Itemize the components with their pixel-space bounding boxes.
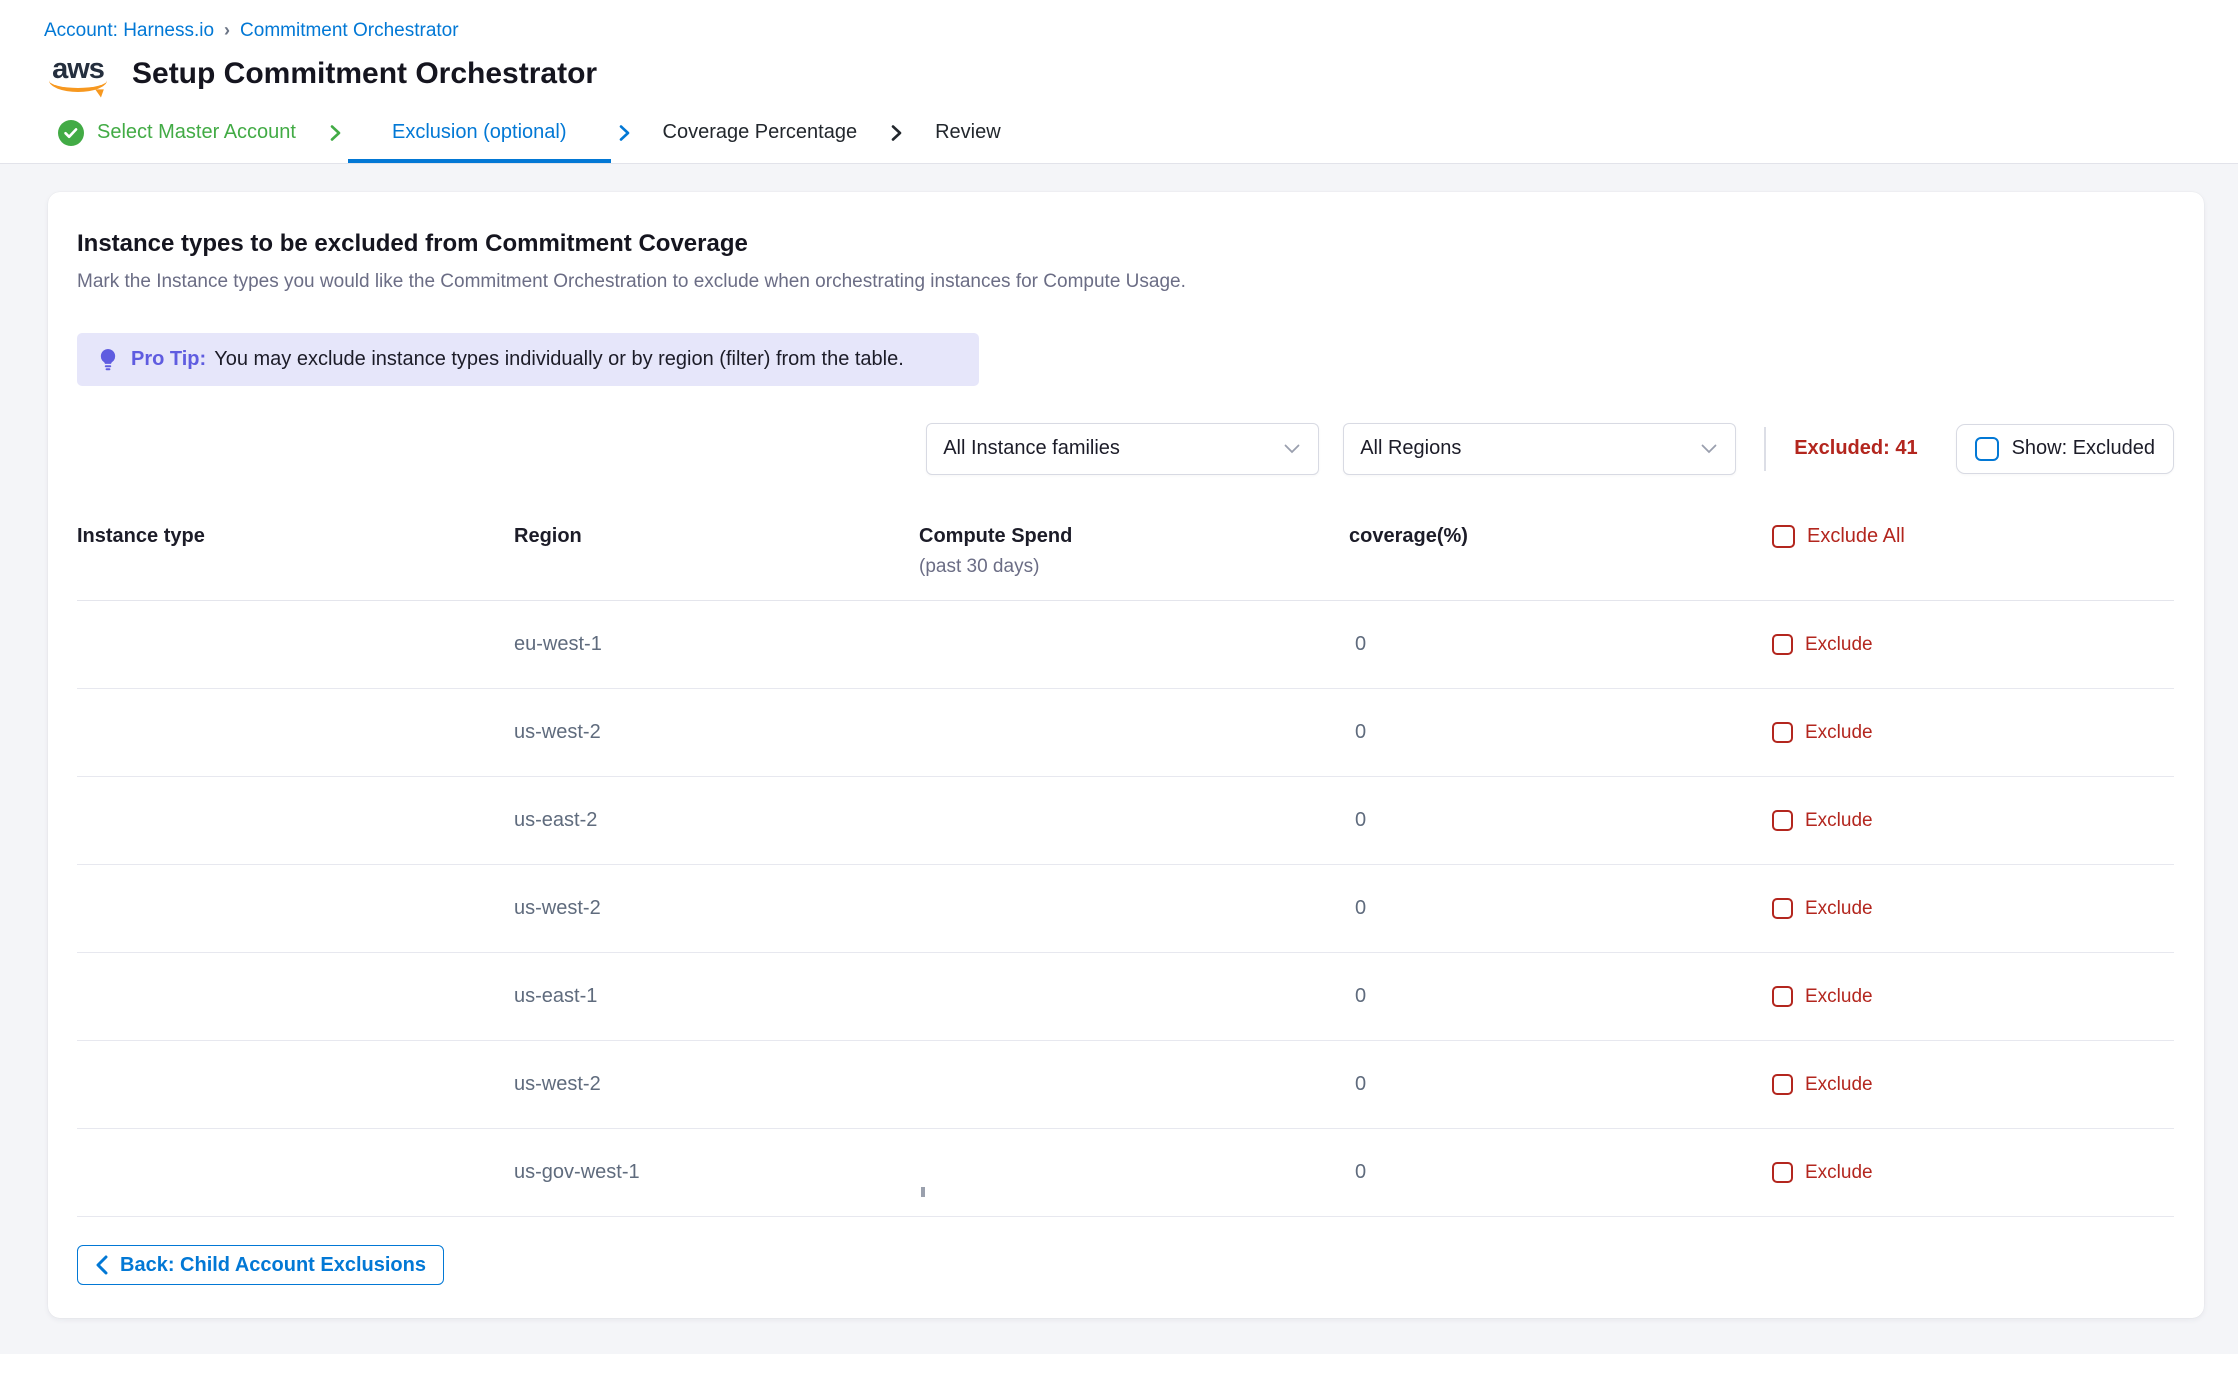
coverage-cell: 0: [1349, 1161, 1772, 1184]
exclude-control: Exclude: [1772, 722, 2174, 744]
table-row: us-west-2 0 Exclude: [77, 1041, 2174, 1129]
col-header-compute-spend-sub: (past 30 days): [919, 556, 1349, 578]
exclude-control: Exclude: [1772, 986, 2174, 1008]
excluded-count: Excluded: 41: [1794, 437, 1917, 460]
chevron-left-icon: [95, 1255, 108, 1275]
exclude-label: Exclude: [1805, 1162, 1873, 1184]
breadcrumb-page-link[interactable]: Commitment Orchestrator: [240, 20, 459, 42]
exclude-control: Exclude: [1772, 898, 2174, 920]
exclude-label: Exclude: [1805, 634, 1873, 656]
region-cell: us-gov-west-1: [514, 1161, 919, 1184]
col-header-region: Region: [514, 525, 919, 548]
page-content: Instance types to be excluded from Commi…: [0, 164, 2238, 1354]
region-cell: us-east-2: [514, 809, 919, 832]
table-header-row: Instance type Region Compute Spend (past…: [77, 525, 2174, 601]
coverage-cell: 0: [1349, 721, 1772, 744]
show-excluded-checkbox[interactable]: [1975, 437, 1999, 461]
step-label: Exclusion (optional): [392, 121, 567, 144]
page-header: Account: Harness.io › Commitment Orchest…: [0, 0, 2238, 92]
regions-value: All Regions: [1360, 437, 1461, 460]
exclude-checkbox[interactable]: [1772, 1162, 1793, 1183]
exclude-checkbox[interactable]: [1772, 1074, 1793, 1095]
show-excluded-label: Show: Excluded: [2012, 437, 2155, 460]
coverage-cell: 0: [1349, 897, 1772, 920]
back-button-label: Back: Child Account Exclusions: [120, 1254, 426, 1277]
col-header-compute-spend: Compute Spend: [919, 525, 1349, 548]
filter-row: All Instance families All Regions Exclud…: [77, 422, 2174, 475]
chevron-right-icon: [885, 122, 907, 144]
wizard-stepper: Select Master Account Exclusion (optiona…: [0, 102, 2238, 164]
chevron-down-icon: [1284, 444, 1300, 454]
lightbulb-icon: [97, 348, 119, 372]
exclude-all-control: Exclude All: [1772, 525, 2174, 548]
coverage-cell: 0: [1349, 985, 1772, 1008]
step-select-master-account[interactable]: Select Master Account: [58, 102, 322, 163]
exclude-control: Exclude: [1772, 1162, 2174, 1184]
pro-tip-banner: Pro Tip: You may exclude instance types …: [77, 333, 979, 386]
chevron-right-icon: [613, 122, 635, 144]
exclude-all-checkbox[interactable]: [1772, 525, 1795, 548]
exclude-label: Exclude: [1805, 810, 1873, 832]
breadcrumb-account-link[interactable]: Account: Harness.io: [44, 20, 214, 42]
coverage-cell: 0: [1349, 809, 1772, 832]
table-row: us-east-1 0 Exclude: [77, 953, 2174, 1041]
col-header-coverage: coverage(%): [1349, 525, 1772, 548]
exclude-label: Exclude: [1805, 1074, 1873, 1096]
step-review[interactable]: Review: [909, 102, 1027, 163]
region-cell: us-west-2: [514, 897, 919, 920]
chevron-down-icon: [1701, 444, 1717, 454]
table-row: us-gov-west-1 0 Exclude: [77, 1129, 2174, 1217]
exclude-checkbox[interactable]: [1772, 810, 1793, 831]
vertical-divider: [1764, 427, 1766, 471]
coverage-cell: 0: [1349, 633, 1772, 656]
step-coverage-percentage[interactable]: Coverage Percentage: [637, 102, 884, 163]
instance-families-value: All Instance families: [943, 437, 1120, 460]
region-cell: eu-west-1: [514, 633, 919, 656]
aws-smile-swoosh: [49, 78, 107, 92]
table-row: us-west-2 0 Exclude: [77, 865, 2174, 953]
exclude-label: Exclude: [1805, 986, 1873, 1008]
exclude-label: Exclude: [1805, 898, 1873, 920]
step-label: Select Master Account: [97, 121, 296, 144]
coverage-cell: 0: [1349, 1073, 1772, 1096]
breadcrumb-separator-icon: ›: [224, 20, 230, 41]
pro-tip-label: Pro Tip:: [131, 348, 206, 371]
step-exclusion-optional[interactable]: Exclusion (optional): [348, 102, 611, 163]
exclude-control: Exclude: [1772, 634, 2174, 656]
table-row: us-east-2 0 Exclude: [77, 777, 2174, 865]
exclusion-table: Instance type Region Compute Spend (past…: [77, 525, 2174, 1217]
table-row: eu-west-1 0 Exclude: [77, 601, 2174, 689]
region-cell: us-west-2: [514, 721, 919, 744]
card-subheading: Mark the Instance types you would like t…: [77, 271, 2174, 293]
exclude-checkbox[interactable]: [1772, 722, 1793, 743]
exclude-control: Exclude: [1772, 1074, 2174, 1096]
region-cell: us-east-1: [514, 985, 919, 1008]
region-cell: us-west-2: [514, 1073, 919, 1096]
back-button[interactable]: Back: Child Account Exclusions: [77, 1245, 444, 1285]
check-circle-icon: [58, 120, 84, 146]
chevron-right-icon: [324, 122, 346, 144]
breadcrumb: Account: Harness.io › Commitment Orchest…: [44, 20, 2238, 42]
exclusion-card: Instance types to be excluded from Commi…: [48, 192, 2204, 1318]
table-row: us-west-2 0 Exclude: [77, 689, 2174, 777]
show-excluded-toggle[interactable]: Show: Excluded: [1956, 424, 2174, 474]
page-title: Setup Commitment Orchestrator: [132, 57, 597, 91]
regions-dropdown[interactable]: All Regions: [1343, 423, 1736, 475]
exclude-checkbox[interactable]: [1772, 634, 1793, 655]
step-label: Coverage Percentage: [663, 121, 858, 144]
col-header-instance-type: Instance type: [77, 525, 514, 548]
exclude-label: Exclude: [1805, 722, 1873, 744]
instance-families-dropdown[interactable]: All Instance families: [926, 423, 1319, 475]
exclude-checkbox[interactable]: [1772, 986, 1793, 1007]
card-heading: Instance types to be excluded from Commi…: [77, 230, 2174, 258]
aws-logo-icon: aws: [44, 56, 112, 92]
exclude-all-label: Exclude All: [1807, 525, 1905, 548]
exclude-checkbox[interactable]: [1772, 898, 1793, 919]
step-label: Review: [935, 121, 1001, 144]
table-body: eu-west-1 0 Exclude us-west-2 0 Exclude …: [77, 601, 2174, 1217]
pro-tip-text: You may exclude instance types individua…: [214, 348, 904, 371]
exclude-control: Exclude: [1772, 810, 2174, 832]
